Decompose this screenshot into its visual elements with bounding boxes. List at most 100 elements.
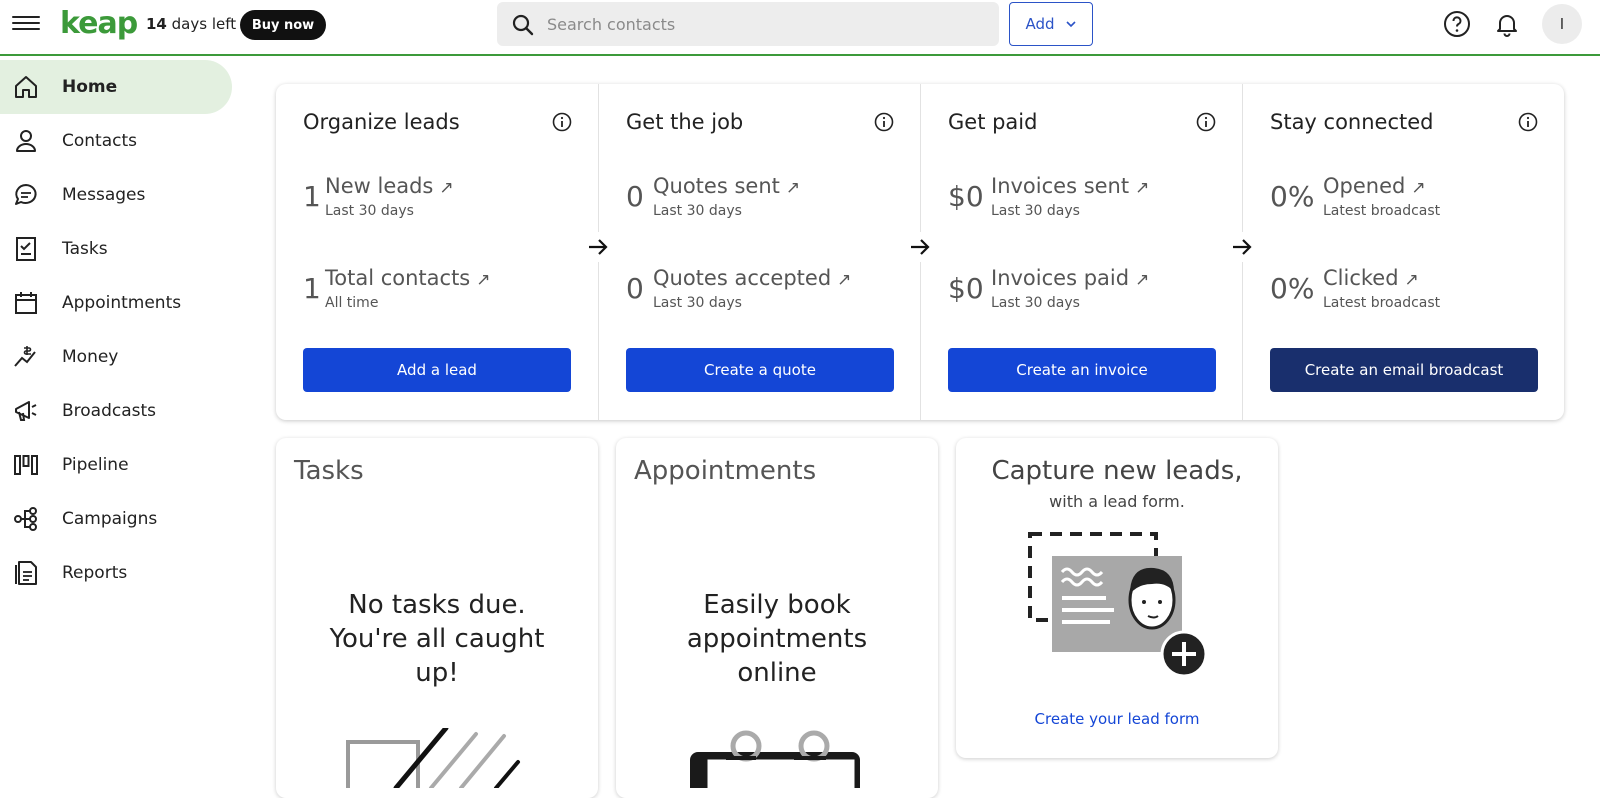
metric-label: Quotes accepted (653, 266, 832, 290)
hamburger-menu-icon[interactable] (12, 12, 40, 36)
info-icon[interactable] (1518, 112, 1538, 132)
metric-value: $0 (948, 180, 984, 213)
sidebar-item-label: Reports (62, 563, 128, 583)
trial-days-suffix: days left (171, 15, 237, 33)
metric-value: 1 (303, 272, 321, 305)
add-a-lead-button[interactable]: Add a lead (303, 348, 571, 392)
total-contacts-metric[interactable]: 1 Total contacts ↗ All time (303, 266, 583, 316)
arrow-up-right-icon: ↗ (837, 270, 852, 290)
column-title: Get paid (948, 110, 1038, 134)
empty-state-message: No tasks due. You're all caught up! (329, 590, 545, 688)
metric-label: Total contacts (325, 266, 471, 290)
sidebar-item-messages[interactable]: Messages (0, 168, 232, 222)
metric-label-wrap: Total contacts ↗ (325, 266, 491, 290)
sidebar-item-contacts[interactable]: Contacts (0, 114, 232, 168)
info-icon[interactable] (552, 112, 572, 132)
sidebar-item-tasks[interactable]: Tasks (0, 222, 232, 276)
metric-value: 0% (1270, 180, 1315, 213)
arrow-right-icon (907, 232, 933, 262)
organize-leads-column: Organize leads 1 New leads ↗ Last 30 days… (276, 84, 598, 420)
opened-metric[interactable]: 0% Opened ↗ Latest broadcast (1270, 174, 1550, 224)
metric-subtitle: Last 30 days (653, 295, 742, 311)
metric-label: New leads (325, 174, 434, 198)
sidebar-item-pipeline[interactable]: Pipeline (0, 438, 232, 492)
sidebar-item-label: Messages (62, 185, 146, 205)
buy-now-button[interactable]: Buy now (240, 10, 326, 40)
search-input[interactable] (547, 8, 977, 40)
create-email-broadcast-button[interactable]: Create an email broadcast (1270, 348, 1538, 392)
metric-label: Invoices sent (991, 174, 1130, 198)
arrow-up-right-icon: ↗ (476, 270, 491, 290)
metric-subtitle: All time (325, 295, 379, 311)
card-subtitle: with a lead form. (1049, 492, 1185, 511)
metric-value: 1 (303, 180, 321, 213)
arrow-up-right-icon: ↗ (1135, 270, 1150, 290)
overview-card: Organize leads 1 New leads ↗ Last 30 days… (276, 84, 1564, 420)
stay-connected-column: Stay connected 0% Opened ↗ Latest broadca… (1242, 84, 1564, 420)
create-a-quote-button[interactable]: Create a quote (626, 348, 894, 392)
metric-label: Quotes sent (653, 174, 780, 198)
notifications-bell-icon[interactable] (1493, 10, 1521, 38)
metric-subtitle: Last 30 days (991, 295, 1080, 311)
add-button-label: Add (1025, 15, 1055, 33)
sidebar-item-broadcasts[interactable]: Broadcasts (0, 384, 232, 438)
trial-days-count: 14 (146, 15, 167, 33)
metric-subtitle: Last 30 days (653, 203, 742, 219)
sidebar-item-label: Broadcasts (62, 401, 157, 421)
metric-value: 0% (1270, 272, 1315, 305)
campaigns-icon (14, 507, 37, 531)
top-bar: keap 14 days left Buy now Add I (0, 0, 1600, 56)
arrow-up-right-icon: ↗ (1135, 178, 1150, 198)
info-icon[interactable] (874, 112, 894, 132)
metric-label-wrap: Opened ↗ (1323, 174, 1426, 198)
sidebar-item-appointments[interactable]: Appointments (0, 276, 232, 330)
card-title: Capture new leads, (991, 456, 1243, 486)
empty-state-message: Easily book appointments online (686, 590, 868, 688)
appointments-card: Appointments Easily book appointments on… (616, 438, 938, 798)
add-button[interactable]: Add (1009, 2, 1093, 46)
quotes-sent-metric[interactable]: 0 Quotes sent ↗ Last 30 days (626, 174, 906, 224)
get-the-job-column: Get the job 0 Quotes sent ↗ Last 30 days … (598, 84, 920, 420)
invoices-paid-metric[interactable]: $0 Invoices paid ↗ Last 30 days (948, 266, 1228, 316)
column-title: Organize leads (303, 110, 460, 134)
search-icon (512, 14, 534, 36)
metric-label-wrap: Quotes sent ↗ (653, 174, 800, 198)
money-icon (14, 346, 36, 367)
sidebar-item-money[interactable]: Money (0, 330, 232, 384)
new-leads-metric[interactable]: 1 New leads ↗ Last 30 days (303, 174, 583, 224)
quotes-accepted-metric[interactable]: 0 Quotes accepted ↗ Last 30 days (626, 266, 906, 316)
lead-form-illustration (1028, 532, 1208, 678)
search-bar[interactable] (497, 2, 999, 46)
metric-label-wrap: Invoices paid ↗ (991, 266, 1149, 290)
metric-subtitle: Latest broadcast (1323, 295, 1441, 311)
metric-label-wrap: Clicked ↗ (1323, 266, 1419, 290)
metric-label-wrap: Quotes accepted ↗ (653, 266, 851, 290)
metric-subtitle: Last 30 days (991, 203, 1080, 219)
arrow-up-right-icon: ↗ (1411, 178, 1426, 198)
sidebar-item-home[interactable]: Home (0, 60, 232, 114)
metric-value: 0 (626, 180, 644, 213)
sidebar-item-label: Home (62, 77, 118, 97)
checklist-icon (16, 237, 36, 261)
help-icon[interactable] (1443, 10, 1471, 38)
arrow-right-icon (585, 232, 611, 262)
trial-days-left: 14 days left (146, 15, 236, 33)
user-avatar[interactable]: I (1542, 4, 1582, 44)
create-an-invoice-button[interactable]: Create an invoice (948, 348, 1216, 392)
info-icon[interactable] (1196, 112, 1216, 132)
clicked-metric[interactable]: 0% Clicked ↗ Latest broadcast (1270, 266, 1550, 316)
invoices-sent-metric[interactable]: $0 Invoices sent ↗ Last 30 days (948, 174, 1228, 224)
create-lead-form-link[interactable]: Create your lead form (956, 710, 1278, 728)
calendar-icon (15, 292, 37, 314)
sidebar-nav: Home Contacts Messages Tasks Appointment… (0, 60, 240, 600)
keap-logo[interactable]: keap (60, 6, 138, 41)
person-icon (16, 130, 36, 152)
pipeline-icon (14, 455, 38, 475)
sidebar-item-reports[interactable]: Reports (0, 546, 232, 600)
sidebar-item-campaigns[interactable]: Campaigns (0, 492, 232, 546)
home-icon (15, 76, 37, 98)
sidebar-item-label: Pipeline (62, 455, 129, 475)
chevron-down-icon (1065, 21, 1076, 28)
get-paid-column: Get paid $0 Invoices sent ↗ Last 30 days … (920, 84, 1242, 420)
metric-subtitle: Last 30 days (325, 203, 414, 219)
